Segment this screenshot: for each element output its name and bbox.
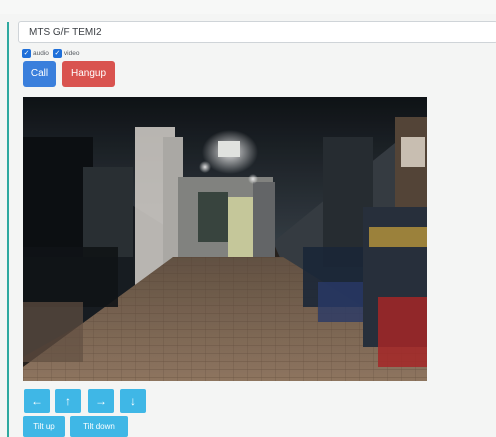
arrow-up-icon: ↑ bbox=[65, 394, 71, 408]
move-right-button[interactable]: → bbox=[88, 389, 114, 413]
move-forward-button[interactable]: ↑ bbox=[55, 389, 81, 413]
video-feed bbox=[23, 97, 427, 381]
robot-target-input[interactable] bbox=[18, 21, 496, 43]
move-back-button[interactable]: ↓ bbox=[120, 389, 146, 413]
tilt-down-button[interactable]: Tilt down bbox=[70, 416, 128, 437]
audio-checkbox[interactable]: ✓ bbox=[22, 48, 31, 58]
top-strip bbox=[0, 0, 496, 14]
hangup-button[interactable]: Hangup bbox=[62, 61, 115, 87]
video-label: video bbox=[63, 49, 80, 57]
arrow-right-icon: → bbox=[95, 394, 107, 408]
call-button[interactable]: Call bbox=[23, 61, 56, 87]
video-option[interactable]: ✓ video bbox=[52, 48, 80, 58]
audio-label: audio bbox=[33, 49, 49, 57]
move-left-button[interactable]: ← bbox=[24, 389, 50, 413]
arrow-down-icon: ↓ bbox=[130, 394, 136, 408]
tilt-up-button[interactable]: Tilt up bbox=[23, 416, 65, 437]
audio-option[interactable]: ✓ audio bbox=[22, 48, 49, 58]
arrow-left-icon: ← bbox=[31, 394, 43, 408]
accent-bar bbox=[7, 22, 9, 437]
video-checkbox[interactable]: ✓ bbox=[52, 48, 62, 58]
video-frame bbox=[23, 97, 427, 381]
media-options: ✓ audio ✓ video bbox=[22, 47, 81, 59]
